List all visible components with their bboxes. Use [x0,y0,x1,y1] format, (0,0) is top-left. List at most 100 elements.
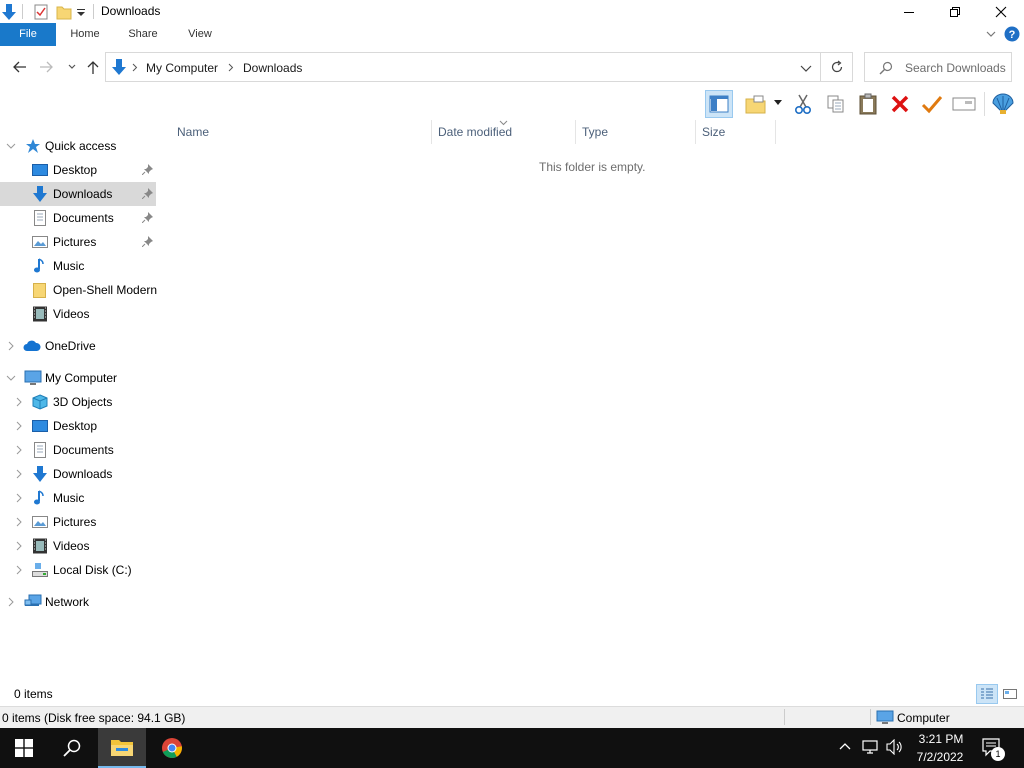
folder-options-icon[interactable] [742,90,770,118]
network-icon[interactable] [862,739,880,755]
nav-my-computer[interactable]: My Computer [0,366,156,390]
breadcrumb-downloads[interactable]: Downloads [243,61,302,75]
nav-documents[interactable]: Documents [0,438,156,462]
download-arrow-icon [110,58,128,76]
email-icon[interactable] [950,90,978,118]
column-header-type[interactable]: Type [565,120,695,144]
nav-label: Downloads [53,187,113,201]
delete-icon[interactable] [886,90,914,118]
document-icon [32,442,48,458]
large-icons-view-icon[interactable] [1000,685,1020,703]
chevron-right-icon[interactable] [14,420,24,432]
address-bar[interactable]: My Computer Downloads [105,52,821,82]
pin-icon[interactable] [142,188,153,199]
chevron-down-icon[interactable] [6,140,16,152]
nav-quick-desktop[interactable]: Desktop [0,158,156,182]
nav-label: Desktop [53,419,98,433]
chevron-right-icon[interactable] [14,540,24,552]
nav-downloads[interactable]: Downloads [0,462,156,486]
divider [984,92,985,116]
chevron-right-icon[interactable] [6,596,16,608]
properties-check-icon[interactable] [918,90,946,118]
expand-ribbon-icon[interactable] [985,28,997,40]
nav-3d-objects[interactable]: 3D Objects [0,390,156,414]
chevron-right-icon[interactable] [14,564,24,576]
chevron-right-icon[interactable] [14,444,24,456]
computer-icon [24,370,42,386]
pin-icon[interactable] [142,212,153,223]
taskbar: 3:21 PM 7/2/2022 1 [0,728,1024,768]
recent-locations-button[interactable] [63,58,81,76]
copy-icon[interactable] [822,90,850,118]
chevron-right-icon[interactable] [14,468,24,480]
nav-quick-music[interactable]: Music [0,254,156,278]
help-icon[interactable]: ? [1004,26,1020,42]
search-box[interactable]: Search Downloads [864,52,1012,82]
nav-label: Videos [53,307,90,321]
details-view-icon[interactable] [976,684,998,704]
clock-date[interactable]: 7/2/2022 [914,750,966,764]
nav-quick-videos[interactable]: Videos [0,302,156,326]
paste-icon[interactable] [854,90,882,118]
nav-pictures[interactable]: Pictures [0,510,156,534]
column-header-name[interactable]: Name [160,120,432,144]
nav-onedrive[interactable]: OneDrive [0,334,156,358]
nav-network[interactable]: Network [0,590,156,614]
new-folder-icon[interactable] [55,3,73,21]
cut-icon[interactable] [789,90,817,118]
tab-view[interactable]: View [172,23,228,46]
chevron-right-icon[interactable] [6,340,16,352]
restore-button[interactable] [932,0,978,23]
tab-home[interactable]: Home [56,23,114,46]
start-button[interactable] [0,728,48,768]
back-button[interactable] [10,58,28,76]
refresh-button[interactable] [821,52,853,82]
chevron-right-icon[interactable] [14,516,24,528]
close-button[interactable] [978,0,1024,23]
chevron-right-icon[interactable] [14,396,24,408]
nav-quick-pictures[interactable]: Pictures [0,230,156,254]
pin-icon[interactable] [142,164,153,175]
chevron-down-icon[interactable] [774,100,782,106]
volume-icon[interactable] [886,739,904,755]
tab-file[interactable]: File [0,23,56,46]
address-dropdown-icon[interactable] [800,63,812,73]
chevron-right-icon[interactable] [14,492,24,504]
nav-quick-downloads[interactable]: Downloads [0,182,156,206]
music-icon [32,258,48,274]
column-header-date-modified[interactable]: Date modified [421,120,575,144]
chevron-down-icon[interactable] [6,372,16,384]
up-button[interactable] [84,58,102,76]
taskbar-file-explorer[interactable] [98,728,146,768]
chevron-up-icon[interactable] [838,741,852,751]
customize-quick-access-icon[interactable] [75,3,93,21]
nav-quick-documents[interactable]: Documents [0,206,156,230]
notification-badge: 1 [991,747,1005,761]
clock-time[interactable]: 3:21 PM [918,732,964,746]
minimize-button[interactable] [886,0,932,23]
pin-icon[interactable] [142,236,153,247]
navigation-pane-icon[interactable] [705,90,733,118]
file-list[interactable]: Name Date modified Type Size This folder… [160,120,1024,680]
taskbar-chrome[interactable] [148,728,196,768]
properties-icon[interactable] [32,3,50,21]
cube-icon [32,394,48,410]
status-bar: 0 items [0,682,1024,706]
nav-local-disk[interactable]: Local Disk (C:) [0,558,156,582]
nav-quick-access[interactable]: Quick access [0,134,156,158]
nav-videos[interactable]: Videos [0,534,156,558]
nav-quick-open-shell[interactable]: Open-Shell Modern [0,278,157,302]
nav-music[interactable]: Music [0,486,156,510]
nav-label: Local Disk (C:) [53,563,132,577]
tab-share[interactable]: Share [114,23,172,46]
search-button[interactable] [48,728,96,768]
nav-desktop[interactable]: Desktop [0,414,156,438]
search-input[interactable]: Search Downloads [905,61,1006,75]
chevron-right-icon[interactable] [228,63,234,72]
chevron-right-icon[interactable] [132,63,138,72]
forward-button[interactable] [38,58,56,76]
divider [775,120,776,144]
shell-icon[interactable] [989,90,1017,118]
column-header-size[interactable]: Size [685,120,775,144]
breadcrumb-my-computer[interactable]: My Computer [146,61,218,75]
